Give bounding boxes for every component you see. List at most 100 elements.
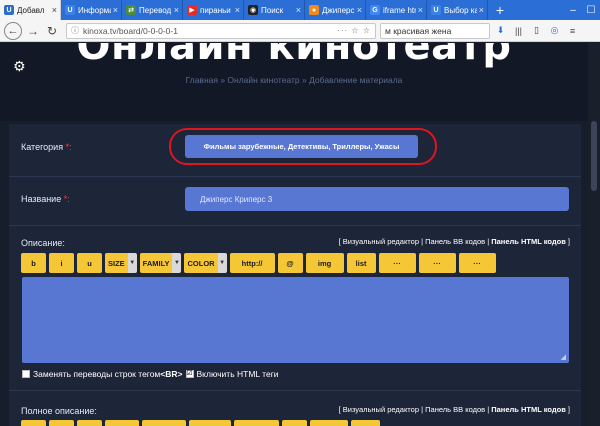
font-family-select[interactable] [142,420,186,426]
highlight-annotation [169,128,437,165]
translate-icon: ⇄ [126,5,136,15]
visual-editor-link[interactable]: [ Визуальный редактор [339,405,419,414]
link-button[interactable] [234,420,279,426]
maximize-icon[interactable]: ☐ [582,0,600,20]
email-button[interactable]: @ [277,253,303,273]
browser-tab-label: Добавл [17,5,45,15]
navigation-bar: ← → ↻ ⓘ kinoxa.tv/board/0-0-0-0-1 ··· ☆ … [0,20,600,42]
font-family-select[interactable]: FAMILY ▼ [139,253,182,273]
italic-button[interactable]: i [49,253,74,273]
divider [9,390,581,391]
page-actions-icon[interactable]: ··· ☆ ☆ [337,26,371,35]
chevron-down-icon: ▼ [127,253,137,273]
forward-button[interactable]: → [25,23,41,39]
bb-codes-link[interactable]: | Панель BB кодов | [419,237,491,246]
bb-codes-link[interactable]: | Панель BB кодов | [419,405,491,414]
size-select[interactable] [105,420,139,426]
minimize-icon[interactable]: – [564,0,582,20]
html-toolbar: b i u SIZE ▼ FAMILY ▼ COLOR ▼ http:// @ … [21,253,499,273]
html-checkbox-label: Включить HTML теги [196,369,279,379]
browser-tab-label: Поиск [261,5,284,15]
tab-list: UДобавл×UИнформац×⇄Перевод к×▶пираньи 3d… [0,0,488,20]
browser-tab[interactable]: ◉ Поиск × [244,0,305,20]
breadcrumb-home[interactable]: Главная [186,75,218,85]
scrollbar-thumb[interactable] [591,121,597,191]
browser-tab-label: Информац [78,5,111,15]
color-select-label: COLOR [184,253,218,273]
menu-icon[interactable]: ≡ [565,23,580,39]
arrow-left-icon: ← [7,24,19,37]
ucoz-icon: U [431,5,441,15]
browser-tab[interactable]: ▶пираньи 3d× [183,0,244,20]
downloads-icon[interactable]: ⬇ [493,23,508,39]
close-icon[interactable]: × [357,5,362,15]
underline-button[interactable]: u [77,253,102,273]
site-title: Онлайн кинотеатр [76,43,512,69]
more-button-2[interactable]: ··· [418,253,456,273]
browser-tab[interactable]: UВыбор кате× [427,0,488,20]
bold-button[interactable]: b [21,253,46,273]
visual-editor-link[interactable]: [ Визуальный редактор [339,237,419,246]
italic-button[interactable] [49,420,74,426]
reload-button[interactable]: ↻ [44,23,60,39]
title-label-text: Название [21,194,62,204]
color-select[interactable] [189,420,231,426]
browser-tab[interactable]: U Добавл × [0,0,61,20]
browser-tab-label: Джиперс К [322,5,355,15]
close-icon[interactable]: × [235,5,240,15]
address-bar[interactable]: ⓘ kinoxa.tv/board/0-0-0-0-1 ··· ☆ ☆ [66,22,376,39]
size-select[interactable]: SIZE ▼ [105,253,137,273]
gear-icon[interactable]: ⚙ [13,59,27,73]
color-select[interactable]: COLOR ▼ [184,253,227,273]
breadcrumb-section[interactable]: Онлайн кинотеатр [227,75,299,85]
breadcrumb: Главная » Онлайн кинотеатр » Добавление … [0,75,588,85]
br-checkbox[interactable] [22,370,30,378]
close-icon[interactable]: × [296,5,301,15]
description-label: Описание: [21,238,65,248]
more-button-3[interactable]: ··· [458,253,496,273]
link-button[interactable]: http:// [229,253,275,273]
ucoz-icon: U [65,5,75,15]
search-input[interactable]: м красивая жена [380,22,490,39]
switch-bracket: ] [565,237,570,246]
image-button[interactable]: img [305,253,344,273]
youtube-icon: ▶ [187,5,197,15]
switch-bracket: ] [565,405,570,414]
sidebar-icon[interactable]: ▯ [529,23,544,39]
extension-icon[interactable]: ◎ [547,23,562,39]
required-mark: *: [63,142,72,152]
browser-tab[interactable]: ●Джиперс К× [305,0,366,20]
site-info-icon[interactable]: ⓘ [71,25,79,36]
film-icon: ● [309,5,319,15]
bold-button[interactable] [21,420,46,426]
description-textarea[interactable]: ◢ [22,277,569,363]
html-codes-link[interactable]: Панель HTML кодов [491,237,566,246]
browser-tab[interactable]: Giframe html× [366,0,427,20]
divider [9,176,581,177]
list-button[interactable]: list [346,253,376,273]
close-icon[interactable]: × [113,5,118,15]
browser-tab-label: iframe html [383,5,416,15]
page-scrollbar[interactable] [588,43,600,426]
back-button[interactable]: ← [4,21,22,40]
email-button[interactable] [282,420,307,426]
html-codes-link[interactable]: Панель HTML кодов [491,405,566,414]
add-material-form: Категория *: Фильмы зарубежные, Детектив… [9,124,581,426]
library-icon[interactable]: ||| [511,23,526,39]
chevron-down-icon: ▼ [217,253,227,273]
more-button-1[interactable]: ··· [378,253,416,273]
image-button[interactable] [310,420,348,426]
close-icon[interactable]: × [418,5,423,15]
html-checkbox[interactable]: ☑ [185,370,194,378]
close-icon[interactable]: × [174,5,179,15]
title-input[interactable]: Джиперс Криперс 3 [185,187,569,211]
browser-tab[interactable]: UИнформац× [61,0,122,20]
browser-tab[interactable]: ⇄Перевод к× [122,0,183,20]
list-button[interactable] [351,420,380,426]
underline-button[interactable] [77,420,102,426]
site-header: Онлайн кинотеатр ⚙ Главная » Онлайн кино… [0,43,588,121]
new-tab-button[interactable]: + [488,0,512,20]
close-icon[interactable]: × [479,5,484,15]
close-icon[interactable]: × [52,5,57,15]
resize-grip-icon[interactable]: ◢ [561,353,566,361]
